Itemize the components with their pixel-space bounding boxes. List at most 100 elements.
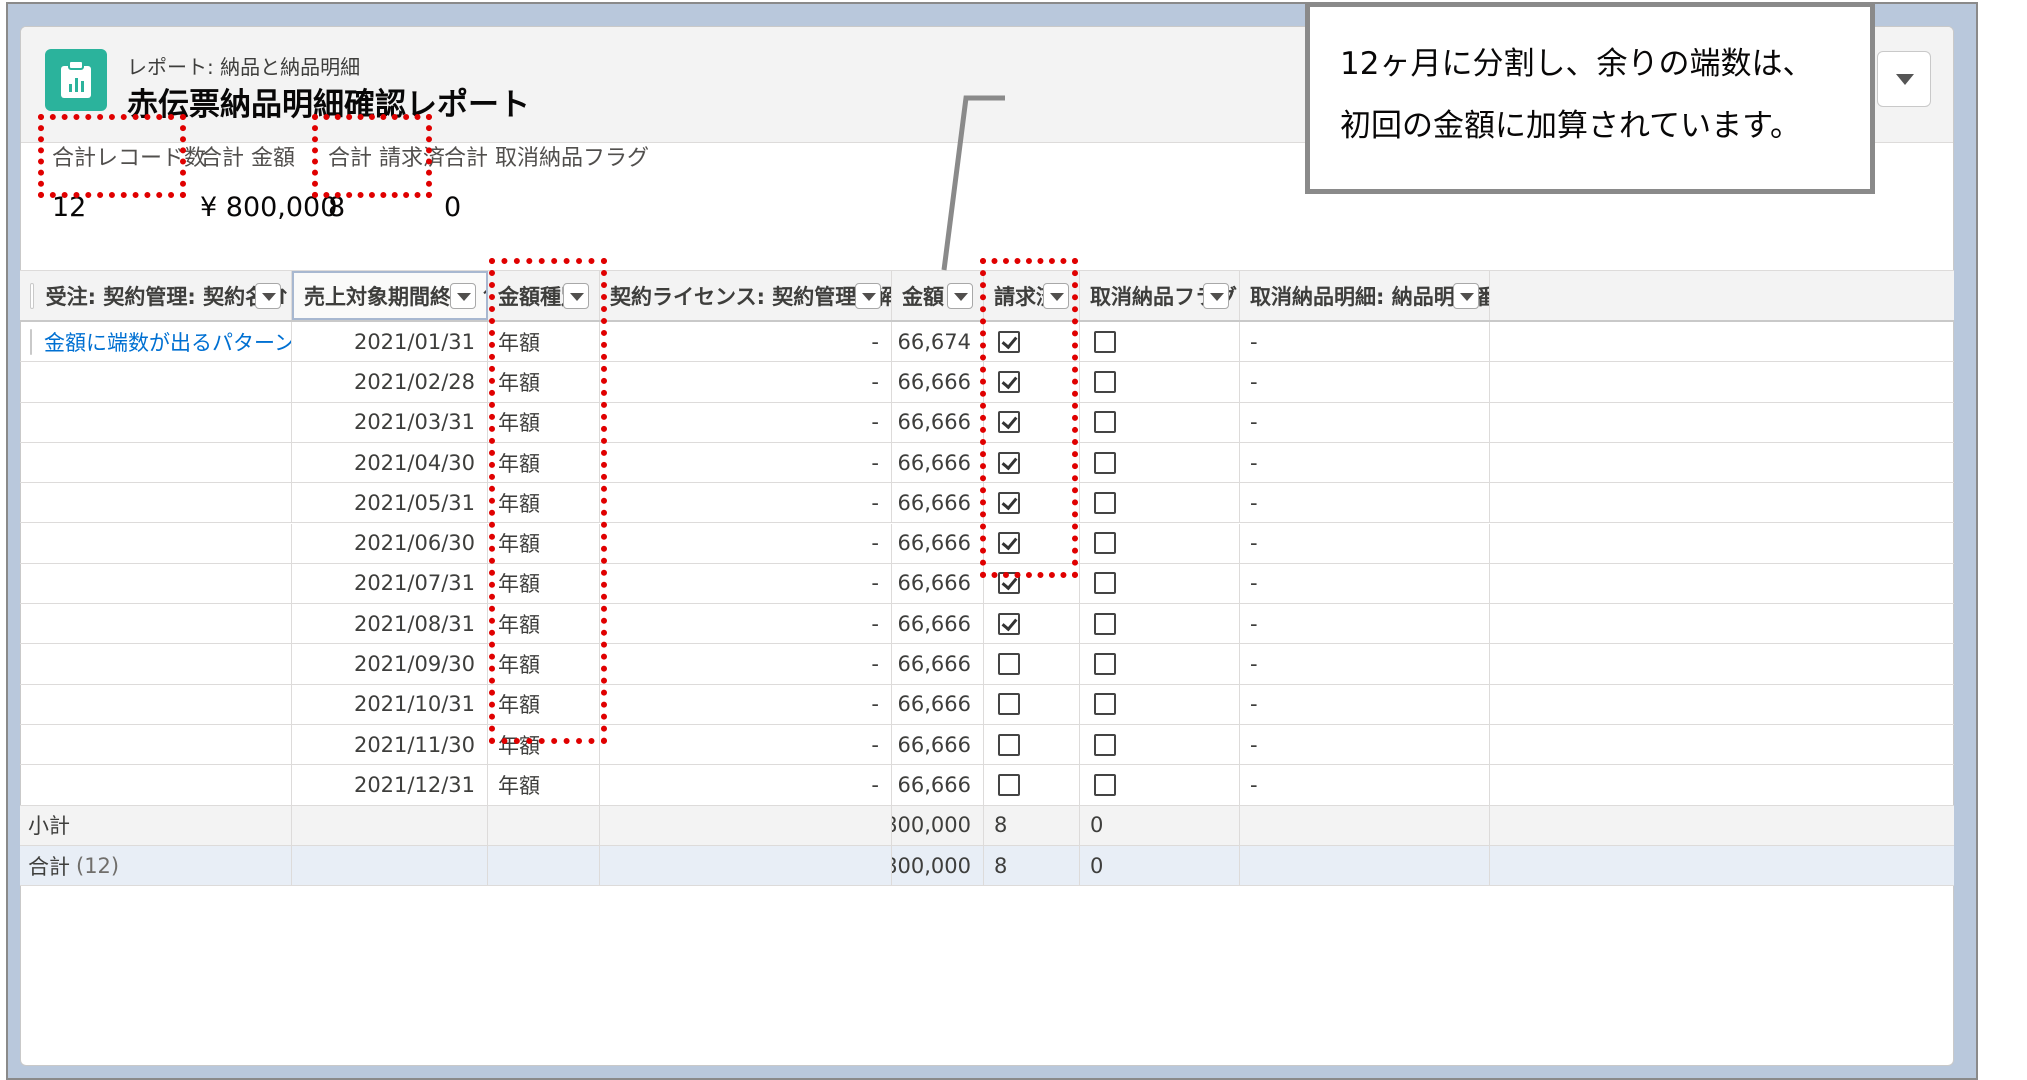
column-menu-icon[interactable] [1203,282,1229,309]
total-amount: ¥ 800,000 [892,805,984,845]
column-menu-icon[interactable] [855,282,881,309]
amount-cell: ¥ 66,666 [892,644,984,684]
period-end-cell: 2021/01/31 [292,322,488,362]
group-cell [20,684,292,724]
subtotal-row: 小計 ¥ 800,00080 [20,805,1954,846]
select-all-checkbox[interactable] [30,282,34,309]
canceled-checkbox [1094,612,1116,635]
callout-text-line: 初回の金額に加算されています。 [1340,108,1801,144]
column-header[interactable]: 売上対象期間終了 ↑ [292,271,488,320]
group-cell [20,523,292,563]
period-end-cell: 2021/10/31 [292,684,488,724]
amount-cell: ¥ 66,666 [892,765,984,805]
cancel-date-cell: - [600,523,892,563]
column-header[interactable]: 取消納品明細: 納品明細番号 [1240,271,1490,320]
cancel-number-cell: - [1240,725,1490,765]
amount-cell: ¥ 66,666 [892,483,984,523]
report-type-label: レポート: 納品と納品明細 [127,55,361,79]
group-cell [20,362,292,402]
cancel-date-cell: - [600,362,892,402]
amount-cell: ¥ 66,666 [892,684,984,724]
total-label: 合計 (12) [20,845,292,886]
billed-cell [984,725,1080,765]
billed-checkbox [998,733,1020,756]
cancel-number-cell: - [1240,322,1490,362]
column-menu-icon[interactable] [947,282,973,309]
canceled-cell [1080,402,1240,442]
grand-total-row: 合計(12) ¥ 800,00080 [20,845,1954,887]
group-link[interactable]: 金額に端数が出るパターン [44,327,291,357]
cancel-number-cell: - [1240,684,1490,724]
canceled-checkbox [1094,330,1116,353]
canceled-cell [1080,523,1240,563]
cancel-date-cell: - [600,442,892,483]
cancel-number-cell: - [1240,483,1490,523]
total-label-text: 合計 [28,854,70,879]
table-row: 2021/10/31年額-¥ 66,666- [20,684,1954,725]
period-end-cell: 2021/04/30 [292,442,488,483]
cancel-number-cell: - [1240,765,1490,805]
cancel-date-cell: - [600,644,892,684]
highlight-billed-total [312,114,432,198]
column-menu-icon[interactable] [255,282,281,309]
cancel-number-cell: - [1240,563,1490,604]
period-end-cell: 2021/11/30 [292,725,488,765]
table-row: 2021/08/31年額-¥ 66,666- [20,604,1954,645]
total-label: 小計 [20,805,292,845]
actions-dropdown-button[interactable] [1877,51,1931,107]
amount-cell: ¥ 66,674 [892,322,984,362]
amount-cell: ¥ 66,666 [892,563,984,604]
summary-label: 合計 取消納品フラグ [444,146,649,171]
group-cell [20,442,292,483]
highlight-record-count [38,114,186,198]
cancel-date-cell: - [600,402,892,442]
total-label-text: 小計 [28,814,70,839]
callout-box: 12ヶ月に分割し、余りの端数は、 初回の金額に加算されています。 [1305,2,1875,194]
group-cell [20,402,292,442]
period-end-cell: 2021/02/28 [292,362,488,402]
amount-type-cell: 年額 [488,765,600,805]
column-header[interactable]: 受注: 契約管理: 契約名 ↑ [20,271,292,320]
amount-cell: ¥ 66,666 [892,523,984,563]
canceled-checkbox [1094,773,1116,796]
report-icon [45,49,107,111]
cancel-date-cell: - [600,725,892,765]
column-header[interactable]: 契約ライセンス: 契約管理: 解約日 [600,271,892,320]
period-end-cell: 2021/08/31 [292,604,488,644]
canceled-checkbox [1094,532,1116,555]
cancel-number-cell: - [1240,644,1490,684]
billed-cell [984,644,1080,684]
amount-cell: ¥ 66,666 [892,725,984,765]
column-menu-icon[interactable] [1453,282,1479,309]
group-cell [20,483,292,523]
billed-cell [984,765,1080,805]
column-menu-icon[interactable] [450,282,476,309]
period-end-cell: 2021/06/30 [292,523,488,563]
group-cell: 金額に端数が出るパターン(12) [20,322,292,362]
table-row: 2021/11/30年額-¥ 66,666- [20,725,1954,766]
cancel-number-cell: - [1240,523,1490,563]
highlight-amount-type-column [489,258,607,744]
summary-canceled: 合計 取消納品フラグ 0 [444,140,649,223]
canceled-cell [1080,684,1240,724]
column-header[interactable]: 金額 [892,271,984,320]
group-checkbox[interactable] [30,328,32,355]
period-end-cell: 2021/05/31 [292,483,488,523]
billed-checkbox [998,773,1020,796]
cancel-number-cell: - [1240,402,1490,442]
cancel-date-cell: - [600,684,892,724]
cancel-date-cell: - [600,765,892,805]
billed-checkbox [998,612,1020,635]
period-end-cell: 2021/03/31 [292,402,488,442]
canceled-cell [1080,765,1240,805]
group-cell [20,644,292,684]
table-row: 2021/12/31年額-¥ 66,666- [20,765,1954,806]
chevron-down-icon [1896,74,1914,85]
canceled-cell [1080,362,1240,402]
total-canceled: 0 [1080,845,1240,886]
column-header[interactable]: 取消納品フラグ [1080,271,1240,320]
total-amount: ¥ 800,000 [892,845,984,886]
column-header-label: 契約ライセンス: 契約管理: 解約日 [610,284,892,309]
canceled-cell [1080,604,1240,644]
canceled-checkbox [1094,572,1116,595]
